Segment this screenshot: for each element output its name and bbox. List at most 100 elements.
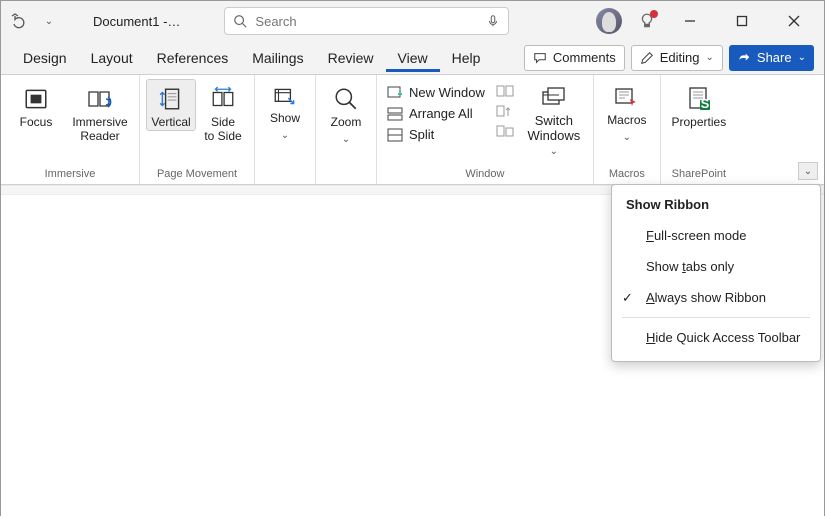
menu-show-tabs-only[interactable]: Show tabs only bbox=[612, 251, 820, 282]
new-window-label: New Window bbox=[409, 85, 485, 100]
view-side-icon[interactable] bbox=[496, 85, 514, 99]
chevron-down-icon: ⌄ bbox=[623, 132, 631, 143]
switch-label: Switch Windows ⌄ bbox=[522, 114, 586, 158]
group-page-movement: Vertical Side to Side Page Movement bbox=[140, 75, 255, 184]
split-label: Split bbox=[409, 127, 434, 142]
menu-title: Show Ribbon bbox=[612, 193, 820, 220]
quick-access: ⌄ bbox=[7, 9, 61, 33]
side-to-side-button[interactable]: Side to Side bbox=[198, 79, 248, 145]
new-window-icon bbox=[387, 86, 403, 100]
show-label: Show bbox=[270, 112, 300, 126]
group-label-window: Window bbox=[465, 166, 504, 182]
tabs-right: Comments Editing ⌄ Share ⌄ bbox=[524, 45, 814, 71]
switch-windows-button[interactable]: Switch Windows ⌄ bbox=[521, 79, 587, 159]
focus-icon bbox=[23, 86, 49, 112]
title-bar: ⌄ Document1 -… bbox=[1, 1, 824, 41]
group-label-show bbox=[283, 166, 286, 182]
zoom-label: Zoom bbox=[331, 116, 362, 130]
reader-label: Immersive Reader bbox=[72, 116, 127, 144]
close-button[interactable] bbox=[776, 7, 812, 35]
ribbon-display-menu: Show Ribbon Full-screen mode Show tabs o… bbox=[611, 184, 821, 362]
reset-window-icon[interactable] bbox=[496, 125, 514, 139]
ribbon: Focus Immersive Reader Immersive Vertica… bbox=[1, 75, 824, 185]
check-icon: ✓ bbox=[622, 290, 633, 306]
tab-help[interactable]: Help bbox=[440, 44, 493, 72]
comments-label: Comments bbox=[553, 50, 616, 65]
split-icon bbox=[387, 128, 403, 142]
properties-icon: S bbox=[685, 86, 713, 112]
customize-qat-icon[interactable]: ⌄ bbox=[37, 9, 61, 33]
editing-label: Editing bbox=[660, 50, 700, 65]
macros-button[interactable]: Macros ⌄ bbox=[600, 79, 654, 144]
share-label: Share bbox=[757, 50, 792, 65]
group-label-zoom bbox=[344, 166, 347, 182]
vertical-button[interactable]: Vertical bbox=[146, 79, 196, 131]
search-box[interactable] bbox=[224, 7, 509, 35]
pencil-icon bbox=[640, 51, 654, 65]
focus-button[interactable]: Focus bbox=[7, 79, 65, 131]
switch-icon bbox=[540, 86, 568, 110]
minimize-button[interactable] bbox=[672, 7, 708, 35]
arrange-all-button[interactable]: Arrange All bbox=[383, 104, 489, 123]
group-zoom: Zoom ⌄ bbox=[316, 75, 377, 184]
tab-view[interactable]: View bbox=[386, 44, 440, 72]
chevron-down-icon: ⌄ bbox=[706, 52, 714, 63]
arrange-label: Arrange All bbox=[409, 106, 473, 121]
menu-always-show-ribbon[interactable]: ✓ Always show Ribbon bbox=[612, 282, 820, 313]
title-bar-right bbox=[596, 7, 818, 35]
mic-icon[interactable] bbox=[486, 14, 500, 28]
window-stack: New Window Arrange All Split bbox=[383, 79, 489, 144]
undo-icon[interactable] bbox=[7, 9, 31, 33]
split-button[interactable]: Split bbox=[383, 125, 489, 144]
side-label: Side to Side bbox=[204, 116, 241, 144]
comment-icon bbox=[533, 51, 547, 65]
chevron-down-icon: ⌄ bbox=[342, 134, 350, 145]
zoom-button[interactable]: Zoom ⌄ bbox=[322, 79, 370, 146]
search-input[interactable] bbox=[255, 14, 478, 29]
menu-full-screen[interactable]: Full-screen mode bbox=[612, 220, 820, 251]
immersive-reader-button[interactable]: Immersive Reader bbox=[67, 79, 133, 145]
menu-hide-qat[interactable]: Hide Quick Access Toolbar bbox=[612, 322, 820, 353]
properties-label: Properties bbox=[672, 116, 727, 130]
svg-text:S: S bbox=[701, 96, 710, 111]
notification-dot bbox=[650, 10, 658, 18]
tab-references[interactable]: References bbox=[145, 44, 241, 72]
macros-icon bbox=[613, 86, 641, 110]
macros-label: Macros bbox=[607, 114, 646, 128]
show-icon bbox=[272, 86, 298, 108]
focus-label: Focus bbox=[20, 116, 53, 130]
group-sharepoint: S Properties SharePoint bbox=[661, 75, 737, 184]
ribbon-options-button[interactable]: ⌄ bbox=[798, 162, 818, 180]
new-window-button[interactable]: New Window bbox=[383, 83, 489, 102]
share-button[interactable]: Share ⌄ bbox=[729, 45, 814, 71]
comments-button[interactable]: Comments bbox=[524, 45, 625, 71]
group-show: Show ⌄ bbox=[255, 75, 316, 184]
reader-icon bbox=[86, 86, 114, 112]
show-button[interactable]: Show ⌄ bbox=[261, 79, 309, 142]
tab-layout[interactable]: Layout bbox=[79, 44, 145, 72]
window-misc bbox=[491, 79, 519, 139]
vertical-icon bbox=[158, 86, 184, 112]
vertical-label: Vertical bbox=[151, 116, 190, 130]
properties-button[interactable]: S Properties bbox=[667, 79, 731, 131]
user-avatar[interactable] bbox=[596, 8, 622, 34]
group-label-macros: Macros bbox=[609, 166, 645, 182]
tab-design[interactable]: Design bbox=[11, 44, 79, 72]
maximize-button[interactable] bbox=[724, 7, 760, 35]
group-macros: Macros ⌄ Macros bbox=[594, 75, 661, 184]
tab-review[interactable]: Review bbox=[316, 44, 386, 72]
side-icon bbox=[210, 86, 236, 112]
search-icon bbox=[233, 14, 247, 28]
tab-mailings[interactable]: Mailings bbox=[240, 44, 315, 72]
group-label-sharepoint: SharePoint bbox=[672, 166, 726, 182]
coming-soon-icon[interactable] bbox=[638, 12, 656, 30]
editing-button[interactable]: Editing ⌄ bbox=[631, 45, 723, 71]
group-immersive: Focus Immersive Reader Immersive bbox=[1, 75, 140, 184]
arrange-icon bbox=[387, 107, 403, 121]
chevron-down-icon: ⌄ bbox=[281, 130, 289, 141]
group-label-pagemove: Page Movement bbox=[157, 166, 237, 182]
sync-scroll-icon[interactable] bbox=[496, 105, 514, 119]
document-title: Document1 -… bbox=[93, 14, 180, 29]
zoom-icon bbox=[333, 86, 359, 112]
ribbon-tabs: Design Layout References Mailings Review… bbox=[1, 41, 824, 75]
